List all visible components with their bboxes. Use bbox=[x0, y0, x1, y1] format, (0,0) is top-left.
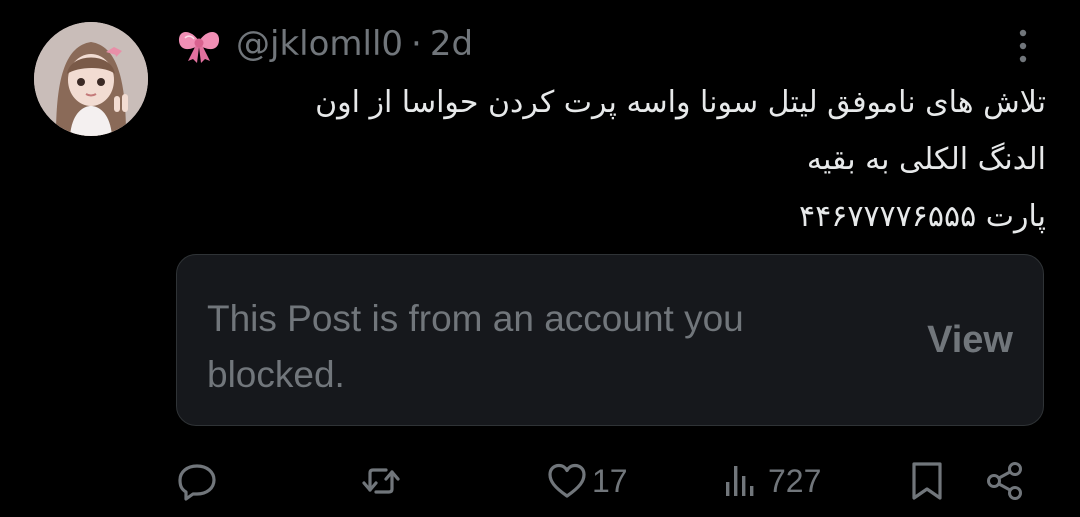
views-icon bbox=[726, 466, 754, 496]
blocked-message: This Post is from an account you blocked… bbox=[207, 298, 744, 395]
ribbon-bow-icon bbox=[178, 31, 220, 63]
reply-button[interactable] bbox=[176, 458, 218, 504]
retweet-button[interactable] bbox=[360, 458, 402, 504]
action-bar: 17 727 bbox=[0, 450, 1080, 512]
post-time[interactable]: 2d bbox=[430, 24, 473, 64]
bookmark-button[interactable] bbox=[906, 458, 948, 504]
blocked-quote-card: This Post is from an account you blocked… bbox=[176, 254, 1044, 426]
retweet-icon bbox=[362, 468, 400, 494]
more-options-button[interactable] bbox=[1010, 26, 1036, 66]
share-button[interactable] bbox=[984, 458, 1026, 504]
like-count: 17 bbox=[592, 462, 628, 499]
bookmark-icon bbox=[912, 462, 942, 500]
post-header: @jklomll0 · 2d bbox=[176, 22, 473, 66]
post-text-line: الدنگ الکلی به بقیه bbox=[806, 142, 1046, 177]
author-handle[interactable]: @jklomll0 bbox=[236, 24, 403, 64]
share-icon bbox=[987, 462, 1022, 500]
view-button[interactable]: View bbox=[927, 319, 1013, 362]
post-text-line: تلاش های ناموفق لیتل سونا واسه پرت کردن … bbox=[315, 85, 1046, 120]
views-button[interactable]: 727 bbox=[722, 458, 821, 504]
view-count: 727 bbox=[768, 462, 822, 499]
avatar[interactable] bbox=[34, 22, 148, 136]
like-button[interactable]: 17 bbox=[546, 458, 628, 504]
separator-dot: · bbox=[411, 24, 422, 64]
post-text-line: پارت ۴۴۶۷۷۷۷۶۵۵۵ bbox=[798, 199, 1046, 234]
heart-icon bbox=[548, 463, 586, 498]
reply-icon bbox=[178, 464, 216, 501]
post-text: تلاش های ناموفق لیتل سونا واسه پرت کردن … bbox=[176, 74, 1046, 245]
avatar-image bbox=[34, 22, 148, 136]
more-vertical-icon bbox=[1019, 29, 1027, 63]
